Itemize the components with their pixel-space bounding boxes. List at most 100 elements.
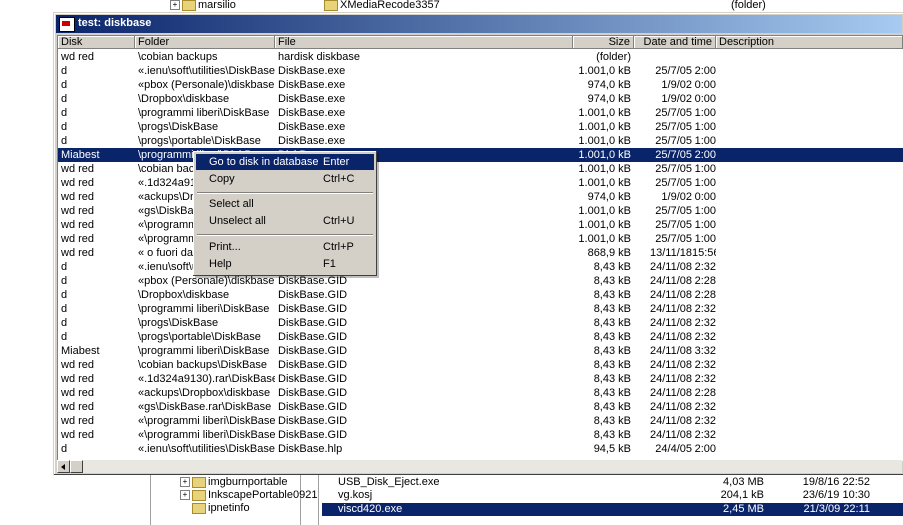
cell-time: 1:00 [694,163,716,175]
cell-file: DiskBase.GID [278,331,348,343]
table-row-selected[interactable]: Miabest\programmi liberi\DiskBaseDiskBas… [58,148,903,162]
cell-folder: «.ienu\soft\utilities\DiskBase [138,443,275,455]
expand-icon[interactable]: + [180,477,190,488]
table-row[interactable]: wd red«.1d324a9130).rar\DiskBaseDiskBase… [58,176,903,190]
cell-folder: \programmi liberi\DiskBase [138,345,270,357]
table-row[interactable]: d \programmi liberi\DiskBase DiskBase.exe 1… [58,106,903,120]
menu-item-select-all[interactable]: Select all [196,196,374,212]
cell-time: 2:32 [694,331,716,343]
cell-folder: «\programmi liberi\DiskBase [138,429,275,441]
menu-item-unselect-all[interactable]: Unselect all Ctrl+U [196,213,374,229]
cell-time: 2:28 [694,275,716,287]
cell-date: 25/7/05 [655,149,692,161]
cell-file: DiskBase.GID [278,415,348,427]
cell-time: 1:00 [694,233,716,245]
file-row-selected[interactable]: viscd420.exe 2,45 MB 21/3/09 22:11 [322,503,903,516]
table-row[interactable]: d \progs\DiskBase DiskBase.exe 1.001,0 kB 25… [58,120,903,134]
cell-size: 8,43 kB [593,401,631,413]
cell-size: 1.001,0 kB [578,149,631,161]
column-size[interactable]: Size [573,36,634,49]
search-results-list[interactable]: Disk Folder File Size Date and time Desc… [57,35,903,461]
cell-disk: wd red [61,429,95,441]
cell-folder: «.1d324a9130).rar\DiskBase [138,373,275,385]
table-row[interactable]: wd red« o fuori dal PC\DiskBaseDiskBase.… [58,246,903,260]
table-row[interactable]: d \progs\portable\DiskBase DiskBase.GID 8,4… [58,330,903,344]
table-row[interactable]: wd red«gs\DiskBase.rar\DiskBaseDiskBase.… [58,204,903,218]
table-row[interactable]: wd red «ackups\Dropbox\diskbase DiskBase.G… [58,386,903,400]
tree-item[interactable]: + InkscapePortable0921 [180,489,317,502]
cell-date: 25/7/05 [655,233,692,245]
table-row[interactable]: d«.ienu\soft\utilities\DiskBaseDiskBase.… [58,442,903,456]
menu-item-help[interactable]: Help F1 [196,256,374,272]
column-date[interactable]: Date and time [634,36,716,49]
expand-icon[interactable]: + [170,0,180,11]
table-row[interactable]: wd red \cobian backups hardisk diskbase (fo… [58,50,903,64]
table-row[interactable]: wd red«\programmi liberi\DiskBaseDiskBas… [58,232,903,246]
table-row[interactable]: wd red «\programmi liberi\DiskBaseDiskBas… [58,428,903,442]
cell-file: DiskBase.GID [278,345,348,357]
menu-item-go-to-disk[interactable]: Go to disk in database Enter [196,154,374,170]
table-row[interactable]: d \progs\portable\DiskBase DiskBase.exe 1.0… [58,134,903,148]
column-header: Disk Folder File Size Date and time Desc… [58,36,903,50]
column-disk[interactable]: Disk [58,36,135,49]
table-row[interactable]: d \Dropbox\diskbase DiskBase.GID 8,43 kB 24/… [58,288,903,302]
table-row[interactable]: d «pbox (Personale)\diskbase DiskBase.GID 8… [58,274,903,288]
cell-disk: Miabest [61,149,100,161]
cell-disk: wd red [61,359,95,371]
cell-date: 25/7/05 [655,135,692,147]
title-bar[interactable]: test: diskbase [56,15,902,33]
background-tree-top: + marsilio [150,0,300,12]
cell-date: 24/11/08 [649,289,692,301]
cell-file: DiskBase.GID [278,429,348,441]
scroll-left-button[interactable] [57,460,70,473]
table-row[interactable]: d \Dropbox\diskbase DiskBase.exe 974,0 kB 1/… [58,92,903,106]
cell-time: 2:00 [694,149,716,161]
tree-item[interactable]: + marsilio [170,0,236,11]
cell-date: 24/11/08 [649,331,692,343]
table-row[interactable]: d«.ienu\soft\utilities\DiskBaseDiskBase.… [58,64,903,78]
table-row[interactable]: wd red«ackups\Dropbox\diskbaseDiskBase.e… [58,190,903,204]
table-row[interactable]: d «pbox (Personale)\diskbase DiskBase.exe 9… [58,78,903,92]
app-icon[interactable] [59,17,75,32]
cell-size: 8,43 kB [593,289,631,301]
cell-disk: wd red [61,163,95,175]
folder-icon [192,489,206,501]
table-row[interactable]: wd red«gs\DiskBase.rar\DiskBaseDiskBase.… [58,400,903,414]
tree-item[interactable]: ipnetinfo [192,502,250,515]
background-details-top: (folder) [710,0,903,12]
cell-disk: d [61,303,68,315]
column-folder[interactable]: Folder [135,36,275,49]
column-file[interactable]: File [275,36,573,49]
menu-item-print[interactable]: Print... Ctrl+P [196,239,374,255]
table-row[interactable]: d \programmi liberi\DiskBase DiskBase.GID 8… [58,302,903,316]
table-row[interactable]: Miabest \programmi liberi\DiskBase DiskBas… [58,344,903,358]
scroll-thumb[interactable] [70,460,83,473]
file-row[interactable]: vg.kosj 204,1 kB 23/6/19 10:30 [322,489,903,502]
expand-icon[interactable]: + [180,490,190,501]
table-row[interactable]: wd red«\programmi liberi\DiskBaseDiskBas… [58,218,903,232]
cell-date: 24/11/08 [649,359,692,371]
table-row[interactable]: d«.ienu\soft\utilities\DiskBaseDiskBase.… [58,260,903,274]
cell-time: 15:56 [692,247,716,259]
cell-disk: d [61,121,68,133]
cell-date: 13/11/18 [649,247,692,259]
cell-date: 24/11/08 [649,387,692,399]
horizontal-scrollbar[interactable] [57,460,902,473]
cell-disk: wd red [61,401,95,413]
table-row[interactable]: wd red«.1d324a9130).rar\DiskBaseDiskBase… [58,372,903,386]
menu-item-copy[interactable]: Copy Ctrl+C [196,171,374,187]
table-row[interactable]: d \progs\DiskBase DiskBase.GID 8,43 kB 24/11… [58,316,903,330]
table-row[interactable]: wd red \cobian backups\DiskBase DiskBase.G… [58,358,903,372]
list-item[interactable]: XMediaRecode3357 [324,0,440,11]
cell-date: 24/11/08 [649,401,692,413]
table-row[interactable]: wd red«\programmi liberi\DiskBaseDiskBas… [58,414,903,428]
cell-time: 2:32 [694,317,716,329]
cell-size: (folder) [596,51,631,63]
file-row[interactable]: USB_Disk_Eject.exe 4,03 MB 19/8/16 22:52 [322,476,903,489]
column-description[interactable]: Description [716,36,903,49]
table-row[interactable]: wd red\cobian backups\DiskBaseDiskBase.e… [58,162,903,176]
cell-size: 8,43 kB [593,275,631,287]
cell-file: DiskBase.GID [278,289,348,301]
tree-item[interactable]: + imgburnportable [180,476,288,489]
cell-folder: \progs\portable\DiskBase [138,331,261,343]
